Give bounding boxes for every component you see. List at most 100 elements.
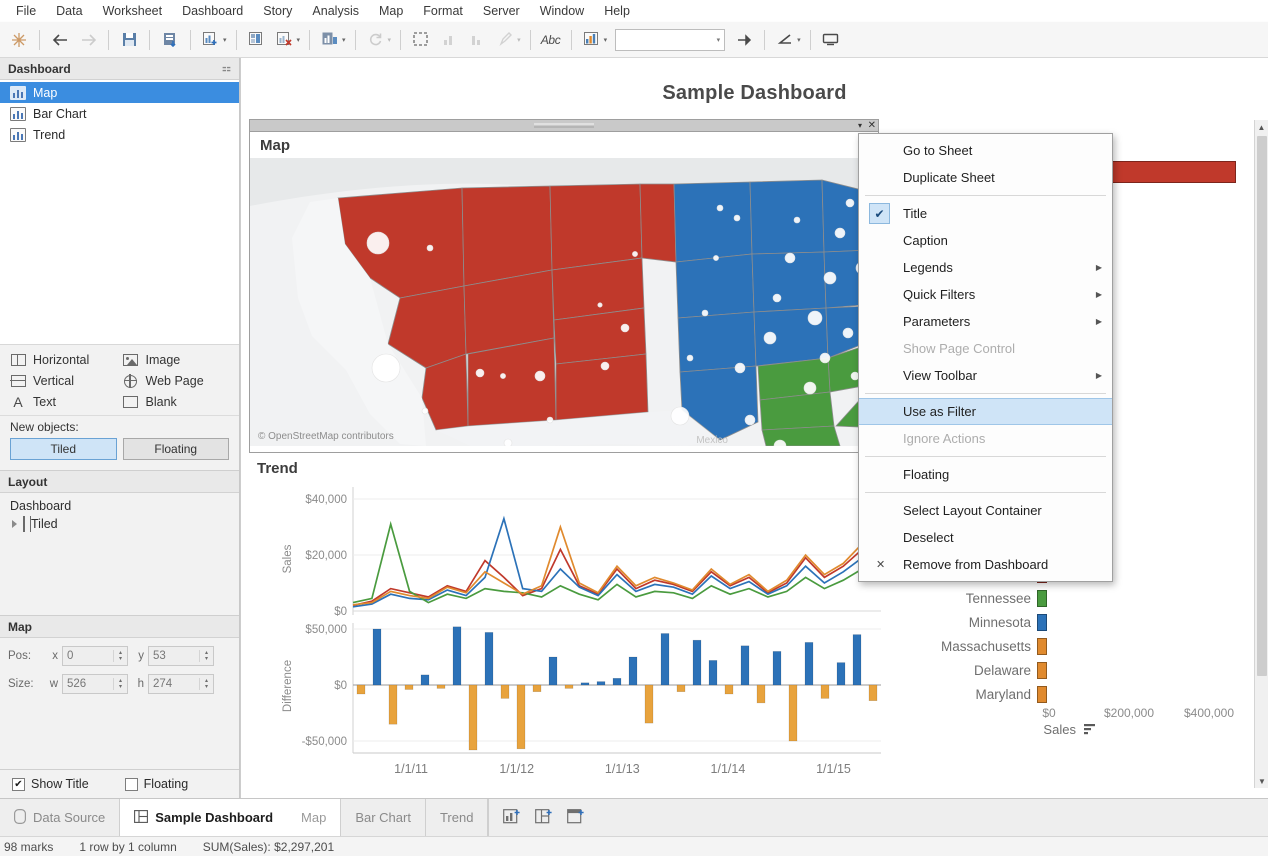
canvas-scrollbar[interactable]: ▲ ▼ [1254, 120, 1268, 788]
h-stepper[interactable]: 274 ▴ ▾ [148, 674, 214, 694]
sort-descending-icon[interactable] [1083, 723, 1095, 738]
map-selection-bar[interactable]: ▾ ✕ [249, 119, 879, 131]
us-choropleth-map[interactable] [250, 158, 878, 446]
sheet-item-trend[interactable]: Trend [0, 124, 239, 145]
close-icon[interactable]: ✕ [868, 120, 876, 131]
bar-mark[interactable] [1037, 589, 1047, 607]
menu-item-server[interactable]: Server [473, 2, 530, 20]
scroll-up-arrow-icon[interactable]: ▲ [1255, 120, 1268, 134]
labels-icon[interactable]: Abc [538, 27, 564, 53]
tab-bar-chart[interactable]: Bar Chart [341, 799, 426, 836]
pin-icon[interactable]: ⚏ [222, 63, 231, 74]
chevron-down-icon[interactable]: ▾ [342, 36, 346, 44]
object-vertical[interactable]: Vertical [10, 374, 117, 388]
tab-sample-dashboard[interactable]: Sample Dashboard [120, 799, 288, 836]
show-me-icon[interactable] [579, 27, 605, 53]
map-zone[interactable]: ▾ ✕ Map © OpenStreetMap contributors Mex… [249, 119, 879, 454]
clear-sheet-icon[interactable] [272, 27, 298, 53]
back-arrow-icon[interactable] [47, 27, 73, 53]
menu-item-map[interactable]: Map [369, 2, 413, 20]
y-stepper[interactable]: 53 ▴ ▾ [148, 646, 214, 666]
tableau-logo-icon[interactable] [6, 27, 32, 53]
new-worksheet-icon[interactable] [198, 27, 224, 53]
trend-charts[interactable]: $40,000 $20,000 $0 Sales $50,000 $0 -$50… [249, 481, 889, 781]
stepper-arrows-icon[interactable]: ▴ ▾ [113, 678, 127, 690]
x-stepper[interactable]: 0 ▴ ▾ [62, 646, 128, 666]
chevron-down-icon[interactable]: ▾ [297, 36, 301, 44]
scrollbar-thumb[interactable] [1257, 136, 1267, 676]
drag-handle[interactable] [534, 123, 594, 128]
map-body[interactable]: © OpenStreetMap contributors Mexico [250, 158, 878, 446]
menu-item-story[interactable]: Story [253, 2, 302, 20]
object-image[interactable]: Image [123, 353, 230, 367]
bar-chart-row[interactable]: Minnesota [889, 610, 1249, 634]
tab-trend[interactable]: Trend [426, 799, 489, 836]
stepper-arrows-icon[interactable]: ▴ ▾ [199, 650, 213, 662]
chevron-right-icon[interactable] [12, 520, 17, 528]
tab-data-source[interactable]: Data Source [0, 799, 121, 836]
ctx-view-toolbar[interactable]: View Toolbar ▶ [859, 362, 1112, 389]
menu-item-format[interactable]: Format [413, 2, 473, 20]
menu-item-window[interactable]: Window [530, 2, 594, 20]
object-text[interactable]: A Text [10, 395, 117, 409]
bar-chart-row[interactable]: Massachusetts [889, 634, 1249, 658]
save-icon[interactable] [116, 27, 142, 53]
ctx-select-layout-container[interactable]: Select Layout Container [859, 497, 1112, 524]
ctx-legends[interactable]: Legends ▶ [859, 254, 1112, 281]
scroll-down-arrow-icon[interactable]: ▼ [1255, 774, 1268, 788]
fix-axes-icon[interactable] [772, 27, 798, 53]
chevron-down-icon[interactable]: ▾ [223, 36, 227, 44]
tiled-button[interactable]: Tiled [10, 438, 117, 460]
presentation-icon[interactable] [818, 27, 844, 53]
ctx-caption[interactable]: Caption [859, 227, 1112, 254]
connect-data-icon[interactable] [157, 27, 183, 53]
w-stepper[interactable]: 526 ▴ ▾ [62, 674, 128, 694]
fit-select[interactable]: ▾ [615, 28, 726, 51]
chevron-down-icon[interactable]: ▾ [797, 36, 801, 44]
new-dashboard-icon[interactable] [535, 807, 555, 829]
ctx-duplicate-sheet[interactable]: Duplicate Sheet [859, 164, 1112, 191]
object-blank[interactable]: Blank [123, 395, 230, 409]
floating-checkbox[interactable]: Floating [124, 777, 188, 791]
object-horizontal[interactable]: Horizontal [10, 353, 117, 367]
bar-chart-row[interactable]: Tennessee [889, 586, 1249, 610]
ctx-title[interactable]: ✔ Title [859, 200, 1112, 227]
new-story-icon[interactable] [567, 807, 587, 829]
layout-node-tiled[interactable]: Tiled [10, 516, 229, 532]
menu-item-file[interactable]: File [6, 2, 46, 20]
stepper-arrows-icon[interactable]: ▴ ▾ [113, 650, 127, 662]
new-worksheet-icon[interactable] [503, 807, 523, 829]
show-title-checkbox[interactable]: ✔ Show Title [12, 777, 89, 791]
bar-mark[interactable] [1037, 661, 1047, 679]
object-web-page[interactable]: Web Page [123, 374, 230, 388]
trend-zone[interactable]: Trend $40,000 $20,000 $0 Sales $50,000 $… [249, 458, 889, 788]
chevron-down-icon[interactable]: ▾ [858, 121, 862, 130]
menu-item-dashboard[interactable]: Dashboard [172, 2, 253, 20]
ctx-quick-filters[interactable]: Quick Filters ▶ [859, 281, 1112, 308]
ctx-use-as-filter[interactable]: Use as Filter [859, 398, 1112, 425]
sheet-item-bar-chart[interactable]: Bar Chart [0, 103, 239, 124]
ctx-deselect[interactable]: Deselect [859, 524, 1112, 551]
sheet-item-map[interactable]: Map [0, 82, 239, 103]
bar-chart-row[interactable]: Delaware [889, 658, 1249, 682]
bar-mark[interactable] [1037, 613, 1047, 631]
ctx-floating[interactable]: Floating [859, 461, 1112, 488]
tab-map[interactable]: Map [287, 799, 342, 836]
menu-item-help[interactable]: Help [594, 2, 640, 20]
floating-button[interactable]: Floating [122, 438, 229, 460]
ctx-remove-from-dashboard[interactable]: ✕ Remove from Dashboard [859, 551, 1112, 578]
menu-item-analysis[interactable]: Analysis [302, 2, 369, 20]
sheet-context-menu[interactable]: Go to Sheet Duplicate Sheet ✔ Title Caption L… [858, 133, 1113, 582]
bar-mark[interactable] [1037, 637, 1047, 655]
bar-chart-row[interactable]: Maryland [889, 682, 1249, 706]
chevron-down-icon[interactable]: ▾ [604, 36, 608, 44]
menu-item-worksheet[interactable]: Worksheet [93, 2, 173, 20]
ctx-parameters[interactable]: Parameters ▶ [859, 308, 1112, 335]
pin-icon[interactable] [731, 27, 757, 53]
menu-item-data[interactable]: Data [46, 2, 92, 20]
stepper-arrows-icon[interactable]: ▴ ▾ [199, 678, 213, 690]
new-dashboard-icon[interactable] [244, 27, 270, 53]
duplicate-sheet-icon[interactable] [317, 27, 343, 53]
ctx-go-to-sheet[interactable]: Go to Sheet [859, 137, 1112, 164]
swap-axes-icon[interactable] [408, 27, 434, 53]
